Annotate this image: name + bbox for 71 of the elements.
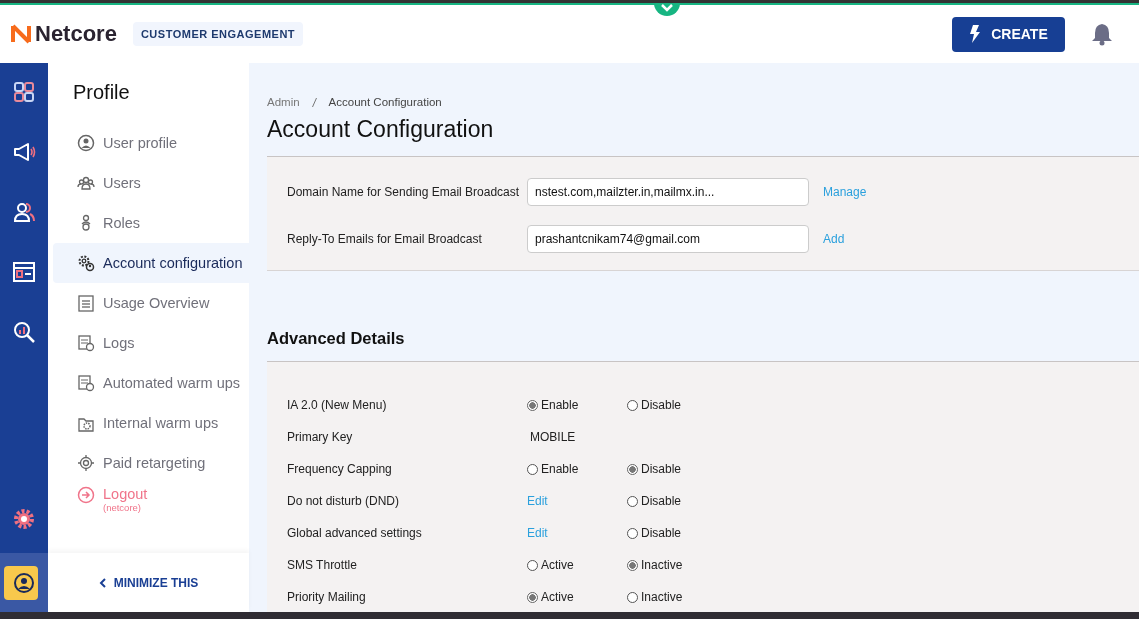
radio-button[interactable] [627,591,638,603]
radio-option[interactable]: Disable [627,462,682,476]
gears-icon [77,254,95,272]
setting-label: SMS Throttle [287,558,358,572]
input-field[interactable]: nstest.com,mailzter.in,mailmx.in... [527,178,809,206]
create-button[interactable]: CREATE [952,16,1065,52]
sidebar-title: Profile [72,80,131,105]
section-title: Advanced Details [267,329,406,349]
setting-label: Frequency Capping [287,462,393,476]
radio-option[interactable]: Disable [627,494,682,508]
radio-button[interactable] [627,527,638,539]
sidebar-item[interactable]: Usage Overview [53,283,249,323]
lightning-icon [969,25,982,43]
sidebar-item[interactable]: Automated warm ups [53,363,249,403]
radio-button[interactable] [527,591,538,603]
logo-text: Netcore [35,21,117,47]
layout-icon[interactable] [12,260,36,284]
radio-option[interactable]: Enable [527,398,579,412]
sidebar-item[interactable]: Users [53,163,249,203]
target-icon [77,454,95,472]
setting-label: Do not disturb (DND) [287,494,401,508]
profile-icon [12,570,36,595]
setting-label: Global advanced settings [287,526,423,540]
settings-icon[interactable] [12,507,36,531]
bell-icon[interactable] [1091,22,1113,46]
radio-button[interactable] [627,495,638,507]
logout-icon [77,486,95,504]
radio-option[interactable]: Active [527,590,574,604]
sidebar-item[interactable]: Paid retargeting [53,443,249,483]
radio-option[interactable]: Disable [627,398,682,412]
radio-option[interactable]: Disable [627,526,682,540]
analytics-icon[interactable] [12,320,36,344]
sidebar-item[interactable]: Account configuration [53,243,249,283]
radio-option[interactable]: Active [527,558,574,572]
chevron-down-icon[interactable] [654,3,680,17]
radio-button[interactable] [627,559,638,571]
clipboard-icon [77,294,95,312]
sidebar-item[interactable]: User profile [53,123,249,163]
megaphone-icon[interactable] [12,140,36,164]
setting-label: Primary Key [287,430,354,444]
chevron-left-icon [98,576,107,589]
breadcrumb-link[interactable]: Admin [267,96,300,108]
minimize-button[interactable]: MINIMIZE THIS [48,553,249,612]
product-badge: CUSTOMER ENGAGEMENT [132,22,304,46]
sidebar-item[interactable]: Logs [53,323,249,363]
setting-label: Domain Name for Sending Email Broadcast [287,185,521,199]
radio-button[interactable] [527,399,538,411]
radio-button[interactable] [627,463,638,475]
radio-option[interactable]: Enable [527,462,579,476]
sidebar-item[interactable]: Roles [53,203,249,243]
page-title: Account Configuration [267,116,495,144]
breadcrumb-separator [311,97,317,107]
apps-icon[interactable] [12,80,36,104]
input-field[interactable]: prashantcnikam74@gmail.com [527,225,809,253]
radio-option[interactable]: Inactive [627,558,683,572]
setting-label: Priority Mailing [287,590,367,604]
radio-button[interactable] [527,463,538,475]
radio-button[interactable] [527,559,538,571]
log-icon [77,334,95,352]
radio-option[interactable]: Inactive [627,590,683,604]
profile-tab[interactable] [0,553,48,612]
contacts-icon[interactable] [12,200,36,224]
setting-label: Reply-To Emails for Email Broadcast [287,232,483,246]
setting-value: MOBILE [529,430,576,444]
log-icon [77,374,95,392]
user-circle-icon [77,134,95,152]
sidebar-item[interactable]: Internal warm ups [53,403,249,443]
users-icon [77,174,95,192]
radio-button[interactable] [627,399,638,411]
logo-icon [9,22,33,46]
setting-label: IA 2.0 (New Menu) [287,398,388,412]
